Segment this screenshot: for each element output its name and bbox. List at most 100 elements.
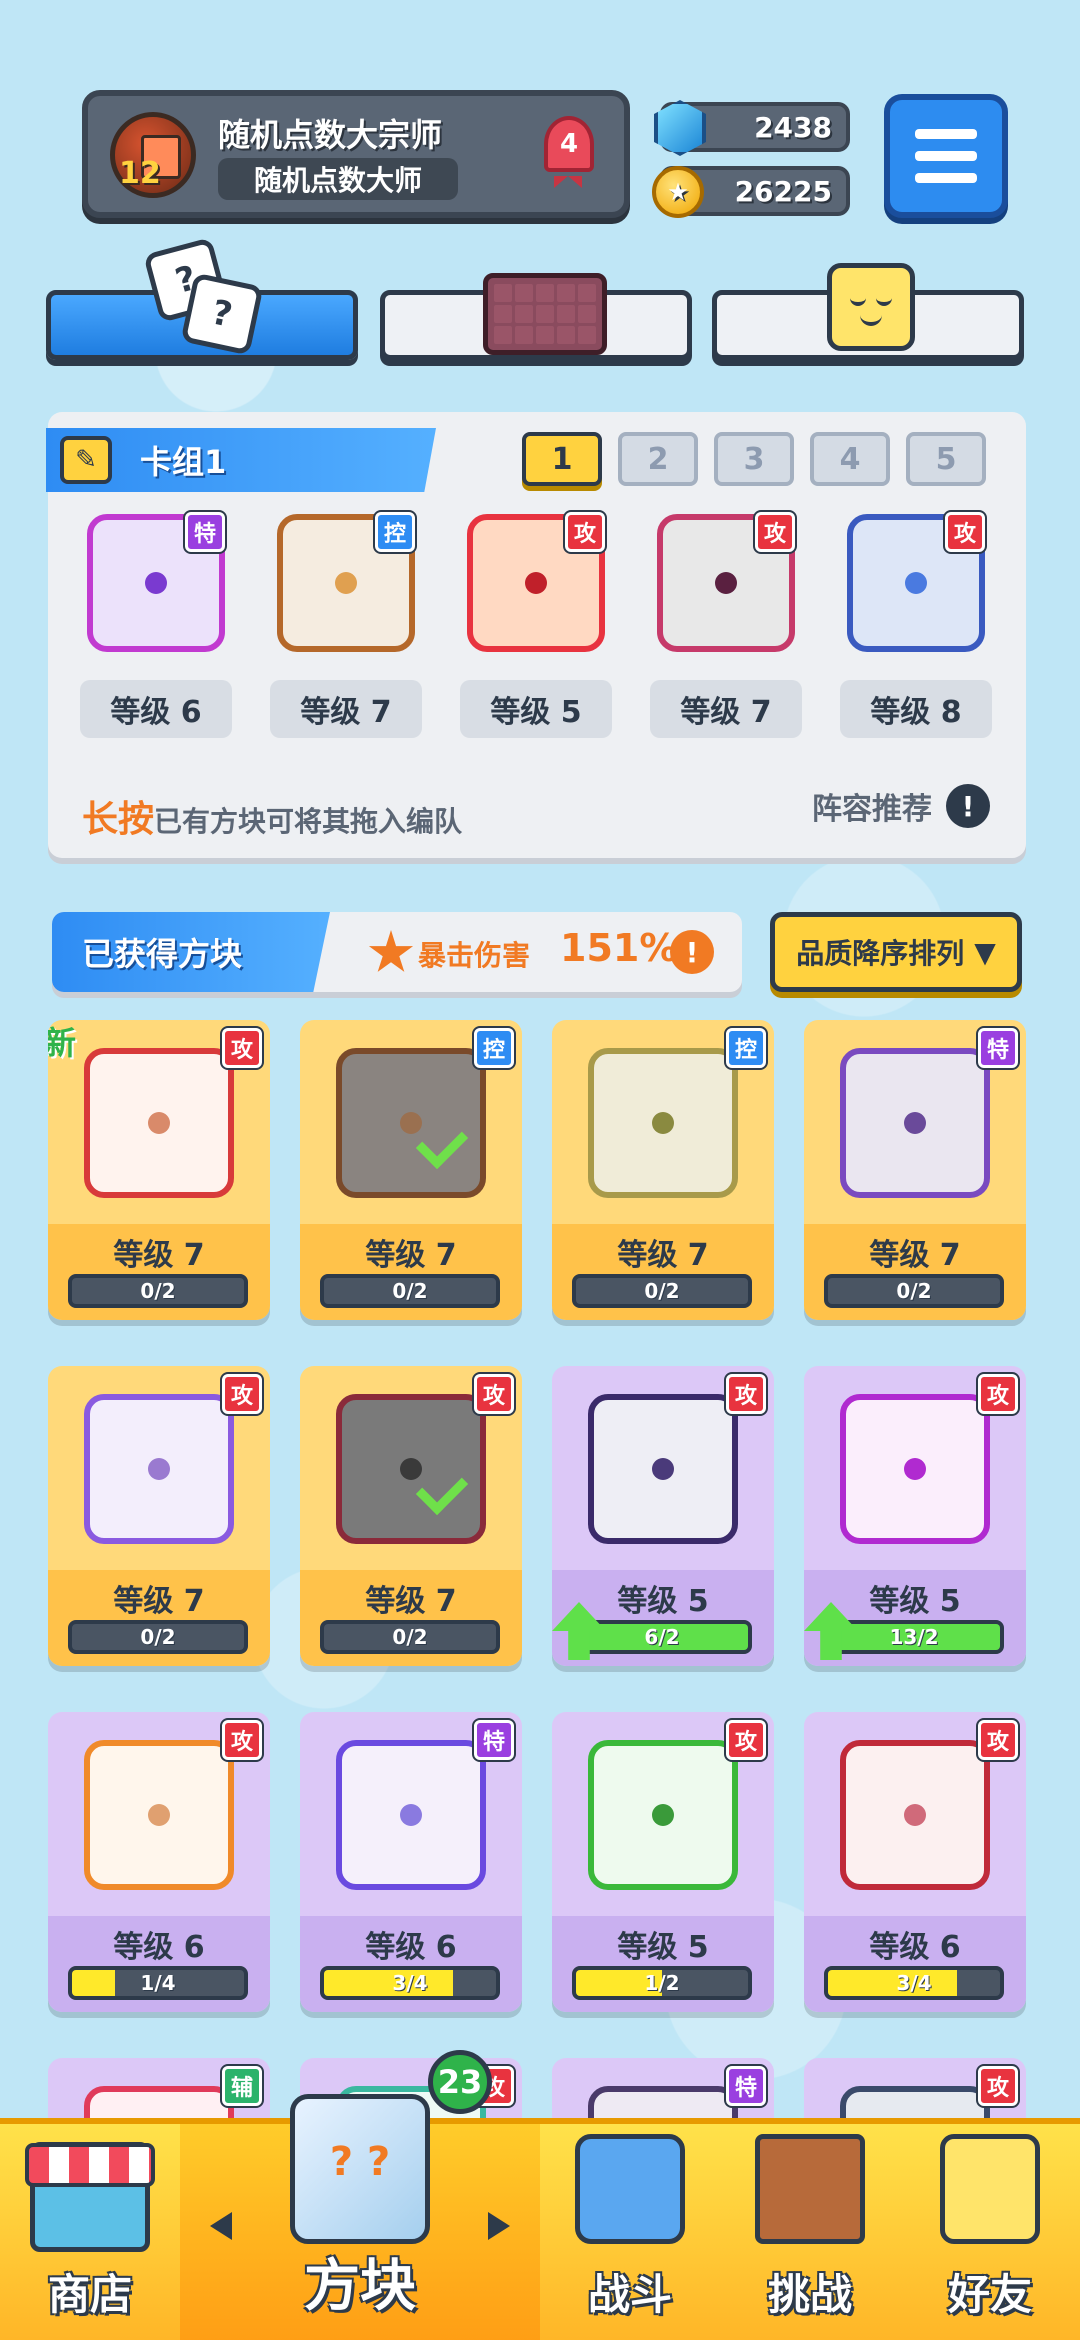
die-pip <box>904 1458 926 1480</box>
deck-tab-4[interactable]: 4 <box>810 432 890 486</box>
deck-die[interactable]: 控等级 7 <box>270 512 422 738</box>
card-level: 等级 6 <box>113 1930 205 1965</box>
dice-card[interactable]: 特等级 7 0/2 <box>804 1020 1026 1320</box>
pencil-icon[interactable]: ✎ <box>60 436 112 484</box>
arrow-right-icon <box>488 2212 510 2240</box>
dice-card[interactable]: 攻等级 6 3/4 <box>804 1712 1026 2012</box>
recommend-label: 阵容推荐 <box>812 792 932 827</box>
player-name: 随机点数大宗师 <box>218 116 443 154</box>
hamburger-line <box>915 129 977 139</box>
nav-battle[interactable]: 战斗 <box>540 2124 720 2340</box>
die-level: 等级 7 <box>650 680 802 738</box>
type-tag: 攻 <box>945 512 985 552</box>
gems-counter[interactable]: 2438 <box>654 100 850 156</box>
die-face: 攻 <box>847 512 985 652</box>
crit-info-icon[interactable]: ! <box>670 930 714 974</box>
sort-button[interactable]: 品质降序排列 ▼ <box>770 912 1022 992</box>
dice-card[interactable]: 攻 新等级 7 0/2 <box>48 1020 270 1320</box>
obtained-title: 已获得方块 <box>52 912 330 992</box>
type-tag: 辅 <box>222 2066 262 2106</box>
dice-card[interactable]: 特 <box>552 2058 774 2120</box>
progress-bar: 0/2 <box>572 1274 752 1308</box>
dice-card[interactable]: 攻等级 5 1/2 <box>552 1712 774 2012</box>
type-tag: 攻 <box>222 1720 262 1760</box>
die-face <box>588 2086 738 2120</box>
progress-bar: 3/4 <box>320 1966 500 2000</box>
dice-card[interactable]: 控等级 7 0/2 <box>552 1020 774 1320</box>
chevron-down-icon: ▼ <box>974 935 996 969</box>
type-tag: 攻 <box>565 512 605 552</box>
tab-emote[interactable] <box>712 263 1024 360</box>
progress-text: 3/4 <box>392 1971 428 1995</box>
friend-character-icon <box>940 2134 1040 2244</box>
die-level: 等级 8 <box>840 680 992 738</box>
deck-tabs: 12345 <box>522 432 986 486</box>
die-face: 攻 <box>657 512 795 652</box>
gem-icon <box>654 100 706 156</box>
deck-tab-5[interactable]: 5 <box>906 432 986 486</box>
die-pip <box>400 1112 422 1134</box>
type-tag: 特 <box>474 1720 514 1760</box>
coins-value: 26225 <box>734 174 832 208</box>
deck-tab-1[interactable]: 1 <box>522 432 602 486</box>
dice-card[interactable]: 攻 <box>804 2058 1026 2120</box>
nav-challenge[interactable]: 挑战 <box>720 2124 900 2340</box>
die-face: 控 <box>277 512 415 652</box>
recommend-button[interactable]: 阵容推荐 ! <box>812 784 990 828</box>
tab-board[interactable] <box>380 273 692 360</box>
type-tag: 攻 <box>978 2066 1018 2106</box>
type-tag: 攻 <box>726 1374 766 1414</box>
dice-card[interactable]: 攻等级 5 13/2 <box>804 1366 1026 1666</box>
crit-icon <box>368 930 414 972</box>
coin-icon: ★ <box>652 166 704 218</box>
dice-collection-grid: 攻新等级 7 0/2 控等级 7 0/2 控等级 7 0/2 特等级 7 0/2 攻等级 7 0/… <box>48 1020 1028 2120</box>
die-pip <box>335 572 357 594</box>
progress-text: 0/2 <box>140 1625 176 1649</box>
dice-card[interactable]: 控等级 7 0/2 <box>300 1020 522 1320</box>
player-profile[interactable]: 12 随机点数大宗师 随机点数大师 4 <box>82 90 630 218</box>
die-pip <box>904 1804 926 1826</box>
coins-counter[interactable]: ★ 26225 <box>652 166 850 218</box>
deck-hint: 长按已有方块可将其拖入编队 <box>82 790 462 842</box>
dice-card[interactable]: 辅 <box>48 2058 270 2120</box>
card-level: 等级 7 <box>113 1584 205 1619</box>
nav-dice-label: 方块 <box>304 2254 416 2319</box>
progress-bar: 1/4 <box>68 1966 248 2000</box>
deck-die[interactable]: 攻等级 5 <box>460 512 612 738</box>
dice-card[interactable]: 攻等级 5 6/2 <box>552 1366 774 1666</box>
dice-card[interactable]: 攻等级 6 1/4 <box>48 1712 270 2012</box>
dice-card[interactable]: 攻等级 7 0/2 <box>48 1366 270 1666</box>
deck-die[interactable]: 攻等级 8 <box>840 512 992 738</box>
gems-value: 2438 <box>754 110 832 144</box>
progress-bar: 0/2 <box>68 1620 248 1654</box>
crit-value: 151% <box>560 926 678 970</box>
deck-die[interactable]: 攻等级 7 <box>650 512 802 738</box>
die-face <box>588 1394 738 1544</box>
deck-hint-text: 已有方块可将其拖入编队 <box>154 805 463 838</box>
menu-button[interactable] <box>884 94 1008 218</box>
type-tag: 攻 <box>222 1028 262 1068</box>
type-tag: 攻 <box>755 512 795 552</box>
card-level: 等级 6 <box>869 1930 961 1965</box>
player-level: 12 <box>119 156 161 191</box>
nav-dice[interactable]: 方块 <box>180 2094 540 2340</box>
card-level: 等级 5 <box>617 1930 709 1965</box>
hamburger-line <box>915 151 977 161</box>
deck-tab-3[interactable]: 3 <box>714 432 794 486</box>
die-face <box>84 1740 234 1890</box>
die-face <box>588 1048 738 1198</box>
arrow-left-icon <box>210 2212 232 2240</box>
castle-icon <box>755 2134 865 2244</box>
sword-shield-icon <box>575 2134 685 2244</box>
rank-badge[interactable]: 4 <box>544 116 594 188</box>
dice-card[interactable]: 特等级 6 3/4 <box>300 1712 522 2012</box>
deck-die[interactable]: 特等级 6 <box>80 512 232 738</box>
dice-card[interactable]: 攻等级 7 0/2 <box>300 1366 522 1666</box>
nav-friends[interactable]: 好友 <box>900 2124 1080 2340</box>
tab-dice[interactable]: ? ? <box>46 237 358 360</box>
die-face <box>336 1048 486 1198</box>
nav-shop[interactable]: 商店 <box>0 2124 180 2340</box>
mystery-cube-icon <box>290 2094 430 2244</box>
deck-tab-2[interactable]: 2 <box>618 432 698 486</box>
dice-icon: ? ? <box>143 237 264 356</box>
